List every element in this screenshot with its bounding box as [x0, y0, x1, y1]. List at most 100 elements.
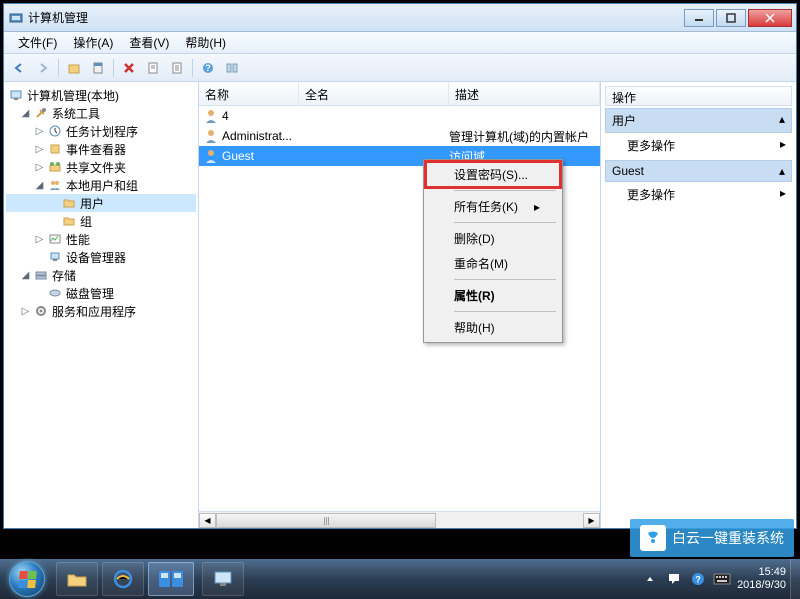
event-icon [47, 141, 63, 157]
col-fullname[interactable]: 全名 [299, 82, 449, 105]
computer-management-window: 计算机管理 文件(F) 操作(A) 查看(V) 帮助(H) ? 计算机管理(本 [3, 3, 797, 529]
horizontal-scrollbar[interactable]: ◀ ▶ [199, 511, 600, 528]
device-icon [47, 249, 63, 265]
refresh-button[interactable] [142, 57, 164, 79]
expand-icon[interactable]: ▷ [34, 144, 45, 155]
tray-help-icon[interactable]: ? [689, 570, 707, 588]
tree-groups[interactable]: 组 [6, 212, 196, 230]
ctx-rename[interactable]: 重命名(M) [426, 251, 560, 276]
col-desc[interactable]: 描述 [449, 82, 600, 105]
ctx-all-tasks[interactable]: 所有任务(K)▸ [426, 194, 560, 219]
col-name[interactable]: 名称 [199, 82, 299, 105]
task-computer-management[interactable] [202, 562, 244, 596]
tree-label: 任务计划程序 [66, 123, 138, 140]
menu-view[interactable]: 查看(V) [121, 32, 177, 53]
maximize-button[interactable] [716, 9, 746, 27]
cell-name: Guest [222, 149, 254, 163]
tree-label: 事件查看器 [66, 141, 126, 158]
tray-keyboard-icon[interactable] [713, 570, 731, 588]
collapse-icon: ▴ [779, 164, 785, 178]
disk-icon [47, 285, 63, 301]
delete-button[interactable] [118, 57, 140, 79]
tree-label: 用户 [80, 195, 104, 212]
collapse-icon[interactable]: ◢ [20, 270, 31, 281]
ctx-delete[interactable]: 删除(D) [426, 226, 560, 251]
start-button[interactable] [0, 559, 54, 599]
folder-icon [61, 195, 77, 211]
menu-help[interactable]: 帮助(H) [177, 32, 234, 53]
tree-performance[interactable]: ▷ 性能 [6, 230, 196, 248]
ctx-help[interactable]: 帮助(H) [426, 315, 560, 340]
ctx-label: 所有任务(K) [454, 198, 518, 215]
tree-services[interactable]: ▷ 服务和应用程序 [6, 302, 196, 320]
expand-icon[interactable]: ▷ [34, 126, 45, 137]
section-label: Guest [612, 164, 644, 178]
tray-up-icon[interactable] [641, 570, 659, 588]
services-icon [33, 303, 49, 319]
chevron-right-icon: ▸ [780, 186, 786, 203]
collapse-icon[interactable]: ◢ [20, 108, 31, 119]
tree-storage[interactable]: ◢ 存储 [6, 266, 196, 284]
up-button[interactable] [63, 57, 85, 79]
cell-desc: 管理计算机(域)的内置帐户 [449, 128, 600, 145]
action-more-guest[interactable]: 更多操作 ▸ [605, 182, 792, 207]
scroll-left-button[interactable]: ◀ [199, 513, 216, 528]
tree-label: 磁盘管理 [66, 285, 114, 302]
task-ie[interactable] [102, 562, 144, 596]
storage-icon [33, 267, 49, 283]
ctx-label: 设置密码(S)... [454, 166, 528, 183]
actions-pane: 操作 用户 ▴ 更多操作 ▸ Guest ▴ 更多操作 ▸ [601, 82, 796, 528]
titlebar[interactable]: 计算机管理 [4, 4, 796, 32]
show-desktop-button[interactable] [790, 559, 800, 599]
scroll-right-button[interactable]: ▶ [583, 513, 600, 528]
show-hide-button[interactable] [221, 57, 243, 79]
properties-button[interactable] [87, 57, 109, 79]
actions-section-guest[interactable]: Guest ▴ [605, 160, 792, 182]
tree-shared-folders[interactable]: ▷ 共享文件夹 [6, 158, 196, 176]
user-icon [203, 128, 219, 144]
tree-users[interactable]: 用户 [6, 194, 196, 212]
tree-local-users[interactable]: ◢ 本地用户和组 [6, 176, 196, 194]
tree-disk-management[interactable]: 磁盘管理 [6, 284, 196, 302]
expand-icon[interactable]: ▷ [34, 162, 45, 173]
tree-event-viewer[interactable]: ▷ 事件查看器 [6, 140, 196, 158]
close-button[interactable] [748, 9, 792, 27]
collapse-icon: ▴ [779, 112, 785, 129]
expand-icon[interactable]: ▷ [20, 306, 31, 317]
expand-icon[interactable]: ▷ [34, 234, 45, 245]
tree-pane: 计算机管理(本地) ◢ 系统工具 ▷ 任务计划程序 ▷ 事件查看器 ▷ 共享文件… [4, 82, 199, 528]
action-more-users[interactable]: 更多操作 ▸ [605, 133, 792, 158]
minimize-button[interactable] [684, 9, 714, 27]
tools-icon [33, 105, 49, 121]
folder-icon [61, 213, 77, 229]
menu-file[interactable]: 文件(F) [10, 32, 65, 53]
tree-root-label: 计算机管理(本地) [27, 87, 119, 104]
tray-action-center-icon[interactable] [665, 570, 683, 588]
ctx-set-password[interactable]: 设置密码(S)... [426, 162, 560, 187]
task-explorer[interactable] [56, 562, 98, 596]
scroll-thumb[interactable] [216, 513, 436, 528]
computer-icon [8, 87, 24, 103]
section-label: 用户 [612, 112, 636, 129]
cell-name: Administrat... [222, 129, 292, 143]
forward-button[interactable] [32, 57, 54, 79]
back-button[interactable] [8, 57, 30, 79]
actions-section-users[interactable]: 用户 ▴ [605, 108, 792, 133]
list-row[interactable]: 4 [199, 106, 600, 126]
list-row[interactable]: Administrat... 管理计算机(域)的内置帐户 [199, 126, 600, 146]
help-button[interactable]: ? [197, 57, 219, 79]
menu-action[interactable]: 操作(A) [65, 32, 121, 53]
system-tray: ? 15:49 2018/9/30 [641, 566, 790, 592]
tray-clock[interactable]: 15:49 2018/9/30 [737, 566, 786, 592]
collapse-icon[interactable]: ◢ [34, 180, 45, 191]
ctx-properties[interactable]: 属性(R) [426, 283, 560, 308]
export-button[interactable] [166, 57, 188, 79]
context-menu: 设置密码(S)... 所有任务(K)▸ 删除(D) 重命名(M) 属性(R) 帮… [423, 159, 563, 343]
tree-device-manager[interactable]: 设备管理器 [6, 248, 196, 266]
tree-system-tools[interactable]: ◢ 系统工具 [6, 104, 196, 122]
task-item-active[interactable] [148, 562, 194, 596]
tree-task-scheduler[interactable]: ▷ 任务计划程序 [6, 122, 196, 140]
ctx-label: 重命名(M) [454, 255, 508, 272]
watermark-icon [640, 525, 666, 551]
tree-root[interactable]: 计算机管理(本地) [6, 86, 196, 104]
